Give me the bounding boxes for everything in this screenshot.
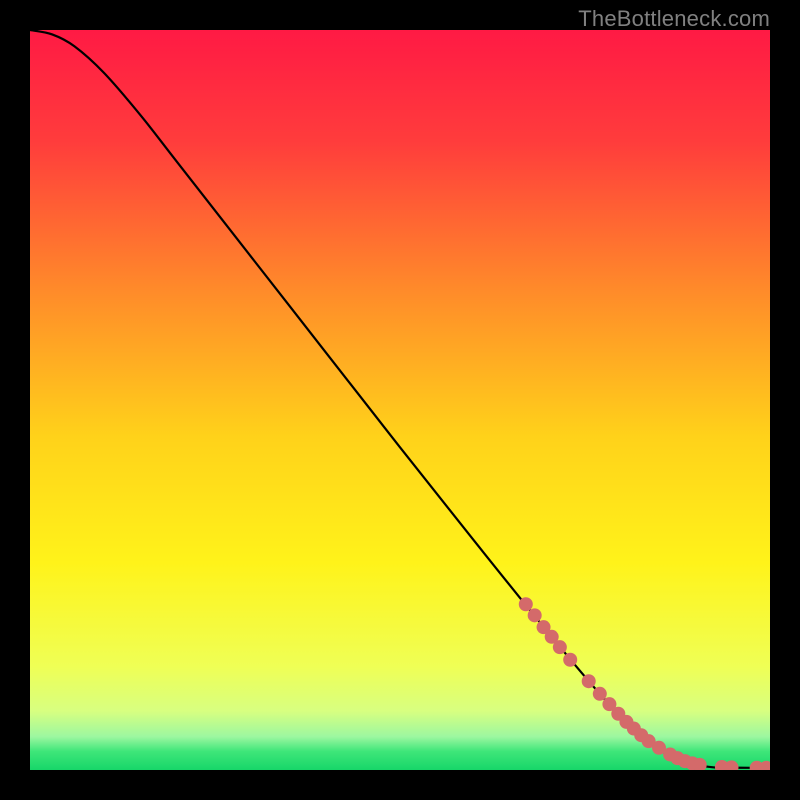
gradient-background bbox=[30, 30, 770, 770]
data-point bbox=[582, 674, 596, 688]
data-point bbox=[528, 608, 542, 622]
chart-frame: TheBottleneck.com bbox=[0, 0, 800, 800]
data-point bbox=[519, 597, 533, 611]
data-point bbox=[553, 640, 567, 654]
watermark-label: TheBottleneck.com bbox=[578, 6, 770, 32]
bottleneck-curve-chart bbox=[30, 30, 770, 770]
plot-area bbox=[30, 30, 770, 770]
data-point bbox=[563, 653, 577, 667]
data-point bbox=[593, 687, 607, 701]
